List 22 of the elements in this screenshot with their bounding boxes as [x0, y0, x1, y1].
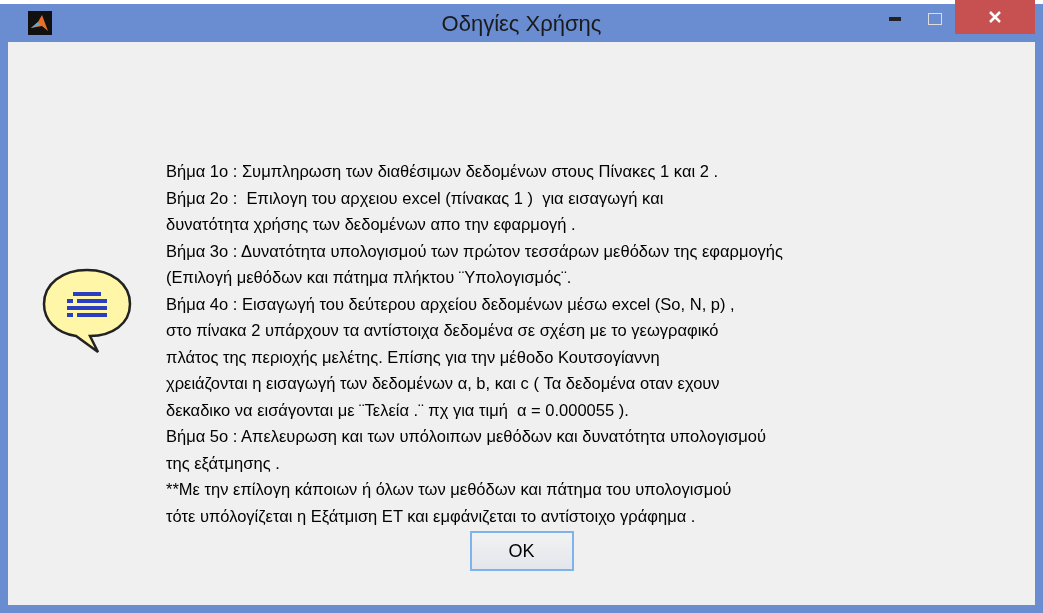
- ok-button[interactable]: OK: [469, 531, 574, 571]
- instruction-text: στο πίνακα 2 υπάρχουν τα αντίστοιχα δεδομένα σε σχέση με το γεωγραφικό: [166, 320, 720, 341]
- instruction-text: Βήμα 3ο : Δυνατότητα υπολογισμού των πρώτον τεσσάρων μεθόδων της εφαρμογής: [166, 240, 783, 262]
- instruction-text: της εξάτμησης .: [166, 452, 281, 474]
- instruction-text: (Επιλογή μεθόδων και πάτημα πλήκτου ¨Υπολογισμός¨.: [166, 267, 573, 288]
- instruction-text: χρειάζονται η εισαγωγή των δεδομένων α, b, και c ( Τα δεδομένα οταν εχουν: [166, 373, 721, 394]
- minimize-icon: [889, 17, 901, 21]
- speech-bubble-icon: [40, 266, 134, 356]
- window-title: Οδηγίες Χρήσης: [441, 9, 602, 38]
- app-logo-icon: [28, 11, 52, 35]
- maximize-icon: [928, 13, 942, 25]
- instruction-text: Βήμα 4ο : Εισαγωγή του δεύτερου αρχείου δεδομένων μέσω excel (So, N, p) ,: [166, 293, 736, 315]
- instruction-text: τότε υπόλογίζεται η Εξάτμιση ΕΤ και εμφάνιζεται το αντίστοιχο γράφημα .: [166, 505, 697, 527]
- instruction-text: Βήμα 5ο : Απελευρωση και των υπόλοιπων μεθόδων και δυνατότητα υπολογισμού: [166, 426, 767, 447]
- instruction-text: Βήμα 2ο : Επιλογη του αρχειου excel (πίνακας 1 ) για εισαγωγή και: [166, 187, 665, 209]
- instruction-text: Βήμα 1ο : Συμπληρωση των διαθέσιμων δεδομένων στους Πίνακες 1 και 2 .: [166, 161, 720, 182]
- instruction-text: πλάτος της περιοχής μελέτης. Επίσης για την μέθοδο Κουτσογίαννη: [166, 346, 661, 368]
- close-button[interactable]: [955, 0, 1035, 34]
- instruction-text: δεκαδικο να εισάγονται με ¨Τελεία .¨ πχ για τιμή α = 0.000055 ).: [166, 399, 630, 421]
- close-icon: [988, 10, 1002, 24]
- instruction-text: **Με την επίλογη κάποιων ή όλων των μεθόδων και πάτημα του υπολογισμού: [166, 479, 733, 500]
- instruction-text: δυνατότητα χρήσης των δεδομένων απο την εφαρμογή .: [166, 214, 577, 235]
